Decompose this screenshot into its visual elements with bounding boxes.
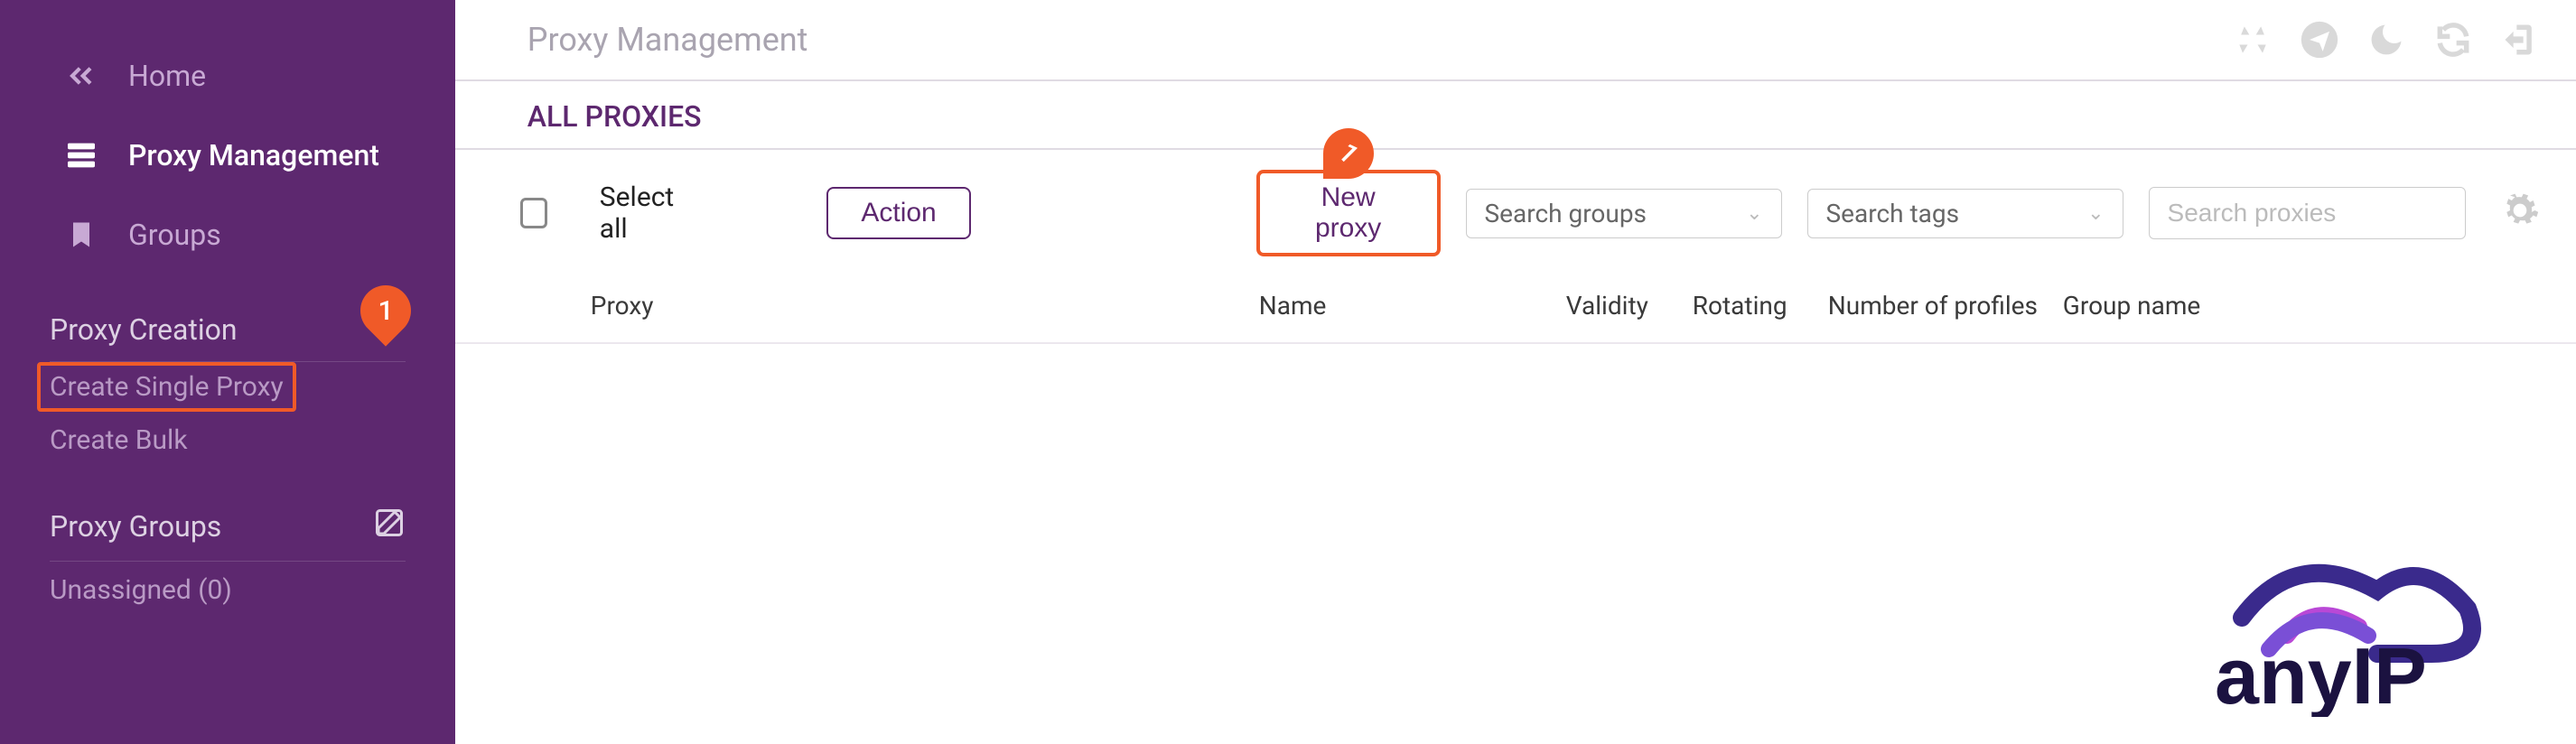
select-all-label: Select all — [600, 181, 694, 245]
main: Proxy Management ALL PROXIES Select all … — [455, 0, 2576, 744]
nav-proxy-management[interactable]: Proxy Management — [0, 116, 455, 195]
page-title: Proxy Management — [527, 21, 808, 59]
sidebar: Home Proxy Management Groups Proxy Creat… — [0, 0, 455, 744]
chevron-down-icon: ⌄ — [1746, 202, 1762, 225]
topbar: Proxy Management — [455, 0, 2576, 81]
gear-icon[interactable] — [2500, 191, 2540, 237]
server-icon — [63, 137, 99, 173]
table-header: Proxy Name Validity Rotating Number of p… — [455, 276, 2576, 344]
recycle-icon[interactable] — [2233, 20, 2273, 60]
refresh-icon[interactable] — [2433, 20, 2473, 60]
chevron-down-icon: ⌄ — [2087, 202, 2104, 225]
section-title: Proxy Creation — [50, 312, 238, 347]
search-proxies-input[interactable] — [2149, 187, 2466, 239]
column-profiles: Number of profiles — [1828, 291, 2063, 321]
brand-logo: anyIP — [2161, 527, 2522, 717]
nav-top: Home Proxy Management Groups — [0, 0, 455, 274]
section-title: Proxy Groups — [50, 509, 221, 544]
search-groups-dropdown[interactable]: Search groups ⌄ — [1466, 189, 1782, 238]
svg-text:anyIP: anyIP — [2215, 631, 2427, 717]
section-title-all-proxies: ALL PROXIES — [455, 81, 2576, 150]
new-proxy-wrap: 1 New proxy — [1256, 170, 1441, 256]
moon-icon[interactable] — [2366, 20, 2406, 60]
sidebar-item-label: Unassigned (0) — [50, 574, 232, 606]
edit-icon[interactable] — [373, 507, 406, 546]
dropdown-label: Search groups — [1485, 199, 1647, 228]
nav-label: Home — [128, 59, 206, 93]
nav-label: Proxy Management — [128, 138, 379, 172]
section-header-proxy-groups: Proxy Groups — [50, 496, 406, 562]
section-proxy-creation: Proxy Creation 1 Create Single Proxy Cre… — [0, 302, 455, 469]
sidebar-item-label: Create Single Proxy — [50, 371, 284, 403]
dropdown-label: Search tags — [1826, 199, 1960, 228]
nav-groups[interactable]: Groups — [0, 195, 455, 274]
topbar-icons — [2233, 20, 2540, 60]
column-group: Group name — [2063, 291, 2504, 321]
nav-label: Groups — [128, 218, 221, 252]
logout-icon[interactable] — [2500, 20, 2540, 60]
section-header-proxy-creation: Proxy Creation 1 — [50, 302, 406, 362]
bookmark-icon — [63, 217, 99, 253]
column-name: Name — [1259, 291, 1566, 321]
toolbar: Select all Action 1 New proxy Search gro… — [455, 150, 2576, 276]
annotation-badge-1: 1 — [1323, 128, 1374, 179]
nav-home[interactable]: Home — [0, 36, 455, 116]
sidebar-item-label: Create Bulk — [50, 424, 188, 456]
send-icon[interactable] — [2300, 20, 2339, 60]
sidebar-item-create-single-proxy[interactable]: Create Single Proxy — [37, 362, 296, 412]
column-proxy: Proxy — [591, 291, 1259, 321]
column-rotating: Rotating — [1693, 291, 1828, 321]
action-button[interactable]: Action — [826, 187, 970, 239]
select-all-checkbox[interactable] — [520, 198, 547, 228]
new-proxy-button[interactable]: New proxy — [1256, 170, 1441, 256]
section-proxy-groups: Proxy Groups Unassigned (0) — [0, 496, 455, 618]
collapse-icon — [63, 58, 99, 94]
column-validity: Validity — [1566, 291, 1693, 321]
search-tags-dropdown[interactable]: Search tags ⌄ — [1807, 189, 2123, 238]
sidebar-item-unassigned[interactable]: Unassigned (0) — [50, 562, 406, 618]
annotation-badge-1: 1 — [350, 274, 421, 346]
sidebar-item-create-bulk[interactable]: Create Bulk — [50, 412, 406, 469]
